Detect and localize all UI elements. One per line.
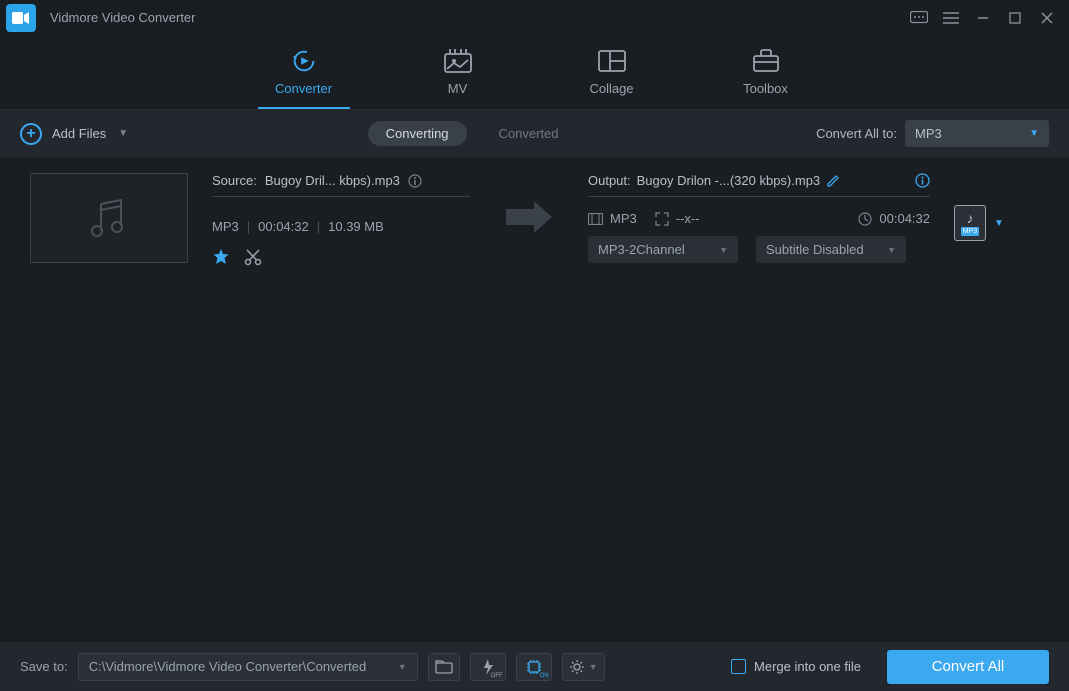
chevron-down-icon: ▼ xyxy=(719,245,728,255)
tab-converter-label: Converter xyxy=(275,81,332,96)
feedback-icon[interactable] xyxy=(903,2,935,34)
tab-converted[interactable]: Converted xyxy=(481,121,577,146)
cut-icon[interactable] xyxy=(244,248,262,266)
output-resolution: --x-- xyxy=(676,211,700,226)
tab-collage-label: Collage xyxy=(589,81,633,96)
tab-mv-label: MV xyxy=(448,81,468,96)
chevron-down-icon: ▼ xyxy=(398,662,407,672)
accel-on-label: ON xyxy=(540,673,549,679)
add-files-button[interactable]: + Add Files ▼ xyxy=(20,123,128,145)
music-note-icon: ♪ xyxy=(967,211,974,225)
tab-mv[interactable]: MV xyxy=(412,35,504,109)
menu-icon[interactable] xyxy=(935,2,967,34)
file-thumbnail[interactable] xyxy=(30,173,188,263)
settings-button[interactable]: ▼ xyxy=(562,653,605,681)
main-tabs: Converter MV Collage Toolbox xyxy=(0,35,1069,110)
app-logo xyxy=(6,4,36,32)
add-files-label: Add Files xyxy=(52,126,106,141)
accel-off-label: OFF xyxy=(491,673,503,679)
toolbar: + Add Files ▼ Converting Converted Conve… xyxy=(0,110,1069,157)
output-filename: Bugoy Drilon -...(320 kbps).mp3 xyxy=(637,173,821,188)
subtitle-value: Subtitle Disabled xyxy=(766,242,864,257)
chevron-down-icon: ▼ xyxy=(118,128,128,139)
source-column: Source: Bugoy Dril... kbps).mp3 MP3 | 00… xyxy=(212,173,470,266)
gpu-accel-on-button[interactable]: ON xyxy=(516,653,552,681)
convert-all-format-value: MP3 xyxy=(915,126,942,141)
chevron-down-icon: ▼ xyxy=(887,245,896,255)
save-path-select[interactable]: C:\Vidmore\Vidmore Video Converter\Conve… xyxy=(78,653,418,681)
tab-converting[interactable]: Converting xyxy=(368,121,467,146)
close-icon[interactable] xyxy=(1031,2,1063,34)
enhance-icon[interactable] xyxy=(212,248,230,266)
output-format-picker: ♪ MP3 ▼ xyxy=(954,173,1004,241)
converter-icon xyxy=(290,49,318,73)
chevron-down-icon: ▼ xyxy=(589,662,598,672)
minimize-icon[interactable] xyxy=(967,2,999,34)
tab-toolbox-label: Toolbox xyxy=(743,81,788,96)
format-badge-label: MP3 xyxy=(961,227,979,236)
format-dropdown-chevron[interactable]: ▼ xyxy=(994,218,1004,229)
plus-icon: + xyxy=(20,123,42,145)
mv-icon xyxy=(444,49,472,73)
save-to-label: Save to: xyxy=(20,659,68,674)
merge-checkbox[interactable]: Merge into one file xyxy=(731,659,861,674)
audio-track-select[interactable]: MP3-2Channel ▼ xyxy=(588,236,738,263)
app-title: Vidmore Video Converter xyxy=(50,10,196,25)
toolbox-icon xyxy=(752,49,780,73)
gear-icon xyxy=(569,659,585,675)
merge-label: Merge into one file xyxy=(754,659,861,674)
convert-all-format-select[interactable]: MP3 ▼ xyxy=(905,120,1049,147)
output-label: Output: xyxy=(588,173,631,188)
output-info-icon[interactable] xyxy=(915,173,930,188)
chevron-down-icon: ▼ xyxy=(1029,128,1039,139)
info-icon[interactable] xyxy=(408,174,422,188)
source-duration: 00:04:32 xyxy=(258,219,309,234)
tab-converter[interactable]: Converter xyxy=(258,35,350,109)
source-filename: Bugoy Dril... kbps).mp3 xyxy=(265,173,400,188)
source-format: MP3 xyxy=(212,219,239,234)
edit-icon[interactable] xyxy=(826,173,841,188)
output-format: MP3 xyxy=(610,211,637,226)
save-path-value: C:\Vidmore\Vidmore Video Converter\Conve… xyxy=(89,659,366,674)
convert-all-button[interactable]: Convert All xyxy=(887,650,1049,684)
open-folder-button[interactable] xyxy=(428,653,460,681)
subtitle-select[interactable]: Subtitle Disabled ▼ xyxy=(756,236,906,263)
video-icon xyxy=(588,213,603,225)
titlebar: Vidmore Video Converter xyxy=(0,0,1069,35)
convert-all-to-label: Convert All to: xyxy=(816,126,897,141)
clock-icon xyxy=(858,212,872,226)
tab-toolbox[interactable]: Toolbox xyxy=(720,35,812,109)
checkbox-box xyxy=(731,659,746,674)
file-row: Source: Bugoy Dril... kbps).mp3 MP3 | 00… xyxy=(30,173,1049,266)
resolution-icon xyxy=(655,212,669,226)
source-size: 10.39 MB xyxy=(328,219,384,234)
output-column: Output: Bugoy Drilon -...(320 kbps).mp3 … xyxy=(588,173,930,263)
format-badge[interactable]: ♪ MP3 xyxy=(954,205,986,241)
maximize-icon[interactable] xyxy=(999,2,1031,34)
source-label: Source: xyxy=(212,173,257,188)
output-duration: 00:04:32 xyxy=(879,211,930,226)
tab-collage[interactable]: Collage xyxy=(566,35,658,109)
audio-track-value: MP3-2Channel xyxy=(598,242,685,257)
bottombar: Save to: C:\Vidmore\Vidmore Video Conver… xyxy=(0,642,1069,691)
collage-icon xyxy=(598,49,626,73)
arrow-separator xyxy=(494,173,564,233)
hardware-accel-off-button[interactable]: OFF xyxy=(470,653,506,681)
file-list: Source: Bugoy Dril... kbps).mp3 MP3 | 00… xyxy=(0,157,1069,282)
